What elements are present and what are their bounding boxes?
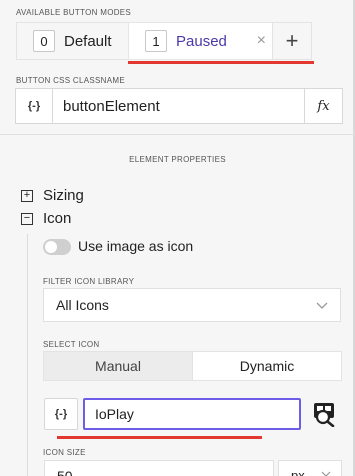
dynamic-value-button[interactable]: {-}	[15, 88, 53, 124]
expand-icon: +	[21, 189, 33, 202]
icon-library-select[interactable]: All Icons	[43, 288, 341, 322]
tab-default-label: Default	[64, 32, 112, 50]
icon-size-input[interactable]: 50	[44, 460, 274, 476]
sizing-label: Sizing	[43, 187, 84, 204]
icon-name-input[interactable]: IoPlay	[83, 398, 301, 430]
icon-size-field: 50 px	[44, 460, 342, 476]
add-mode-button[interactable]: +	[272, 22, 312, 60]
tab-paused[interactable]: 1 Paused ×	[128, 22, 285, 60]
element-properties-caption: ELEMENT PROPERTIES	[129, 155, 226, 164]
tab-paused-number: 1	[145, 30, 167, 52]
use-image-label: Use image as icon	[78, 238, 194, 254]
dynamic-icon-button[interactable]: {-}	[44, 398, 78, 430]
section-divider	[0, 134, 355, 135]
icon-size-caption: ICON SIZE	[43, 448, 86, 457]
tab-paused-label: Paused	[176, 32, 227, 50]
icon-size-unit-select[interactable]: px	[278, 460, 342, 476]
segment-manual[interactable]: Manual	[44, 352, 192, 380]
select-icon-caption: SELECT ICON	[43, 340, 100, 349]
segment-dynamic[interactable]: Dynamic	[192, 352, 341, 380]
fx-button[interactable]: fx	[305, 88, 343, 124]
css-class-field: {-} buttonElement fx	[15, 88, 343, 124]
function-icon: fx	[317, 98, 330, 114]
icon-library-value: All Icons	[56, 297, 109, 313]
filter-caption: FILTER ICON LIBRARY	[43, 277, 135, 286]
chevron-down-icon	[321, 471, 331, 476]
modes-caption: AVAILABLE BUTTON MODES	[16, 8, 132, 17]
sizing-section-toggle[interactable]: + Sizing	[21, 187, 84, 204]
close-icon[interactable]: ×	[257, 32, 266, 50]
chevron-down-icon	[316, 302, 328, 309]
mode-tabs: 0 Default 1 Paused × +	[16, 22, 312, 60]
tab-default[interactable]: 0 Default	[16, 22, 129, 60]
use-image-toggle[interactable]	[43, 239, 71, 255]
braces-icon: {-}	[27, 100, 41, 112]
collapse-icon: −	[21, 212, 33, 225]
properties-panel: AVAILABLE BUTTON MODES 0 Default 1 Pause…	[0, 0, 355, 476]
icon-label: Icon	[43, 210, 72, 227]
icon-library-search-icon[interactable]	[311, 401, 337, 427]
icon-size-unit: px	[291, 468, 305, 476]
tree-guide-line	[27, 234, 28, 476]
icon-name-highlight-underline	[57, 436, 262, 439]
tab-default-number: 0	[33, 30, 55, 52]
css-class-caption: BUTTON CSS CLASSNAME	[16, 76, 125, 85]
plus-icon: +	[285, 28, 299, 53]
dynamic-icon-row: {-} IoPlay	[44, 398, 337, 430]
css-class-input[interactable]: buttonElement	[53, 88, 305, 124]
icon-mode-segmented: Manual Dynamic	[43, 351, 342, 381]
icon-section-toggle[interactable]: − Icon	[21, 210, 71, 227]
braces-icon: {-}	[54, 408, 68, 420]
paused-highlight-underline	[128, 61, 314, 64]
